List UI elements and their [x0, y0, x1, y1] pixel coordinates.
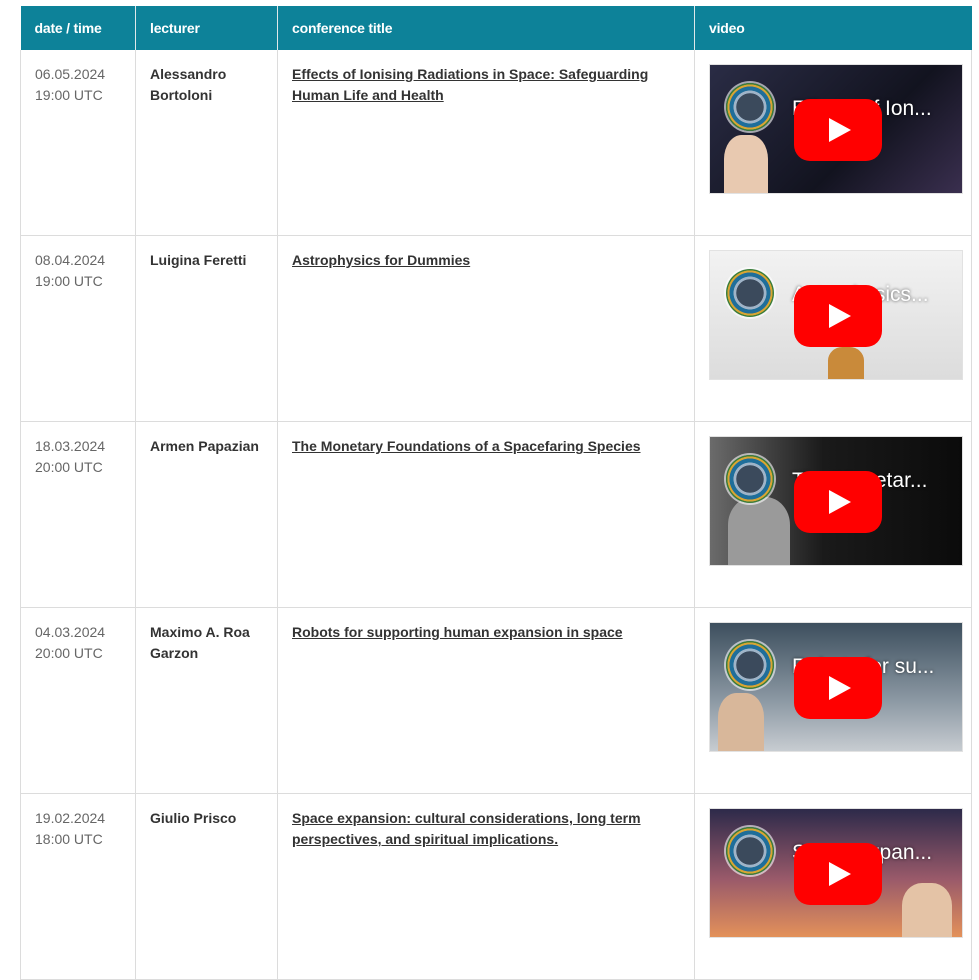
time-text: 18:00 UTC: [35, 831, 103, 847]
conference-title-link[interactable]: Robots for supporting human expansion in…: [292, 622, 694, 643]
lecturer-cell: Giulio Prisco: [135, 793, 278, 980]
lecturer-name: Alessandro Bortoloni: [150, 66, 227, 103]
video-thumbnail[interactable]: The Monetar...: [709, 436, 963, 566]
lecturer-name: Maximo A. Roa Garzon: [150, 624, 250, 661]
video-thumbnail[interactable]: Astrophysics...: [709, 250, 963, 380]
conference-title-link[interactable]: The Monetary Foundations of a Spacefarin…: [292, 436, 694, 457]
lecturer-cell: Luigina Feretti: [135, 235, 278, 422]
video-cell: Space expan...: [694, 793, 972, 980]
speaker-image: [718, 693, 764, 751]
channel-logo: [726, 827, 774, 875]
video-cell: Effects of Ion...: [694, 50, 972, 236]
table-row: 06.05.2024 19:00 UTC Alessandro Bortolon…: [20, 50, 972, 236]
play-button-icon[interactable]: [794, 657, 882, 719]
lecturer-cell: Armen Papazian: [135, 421, 278, 608]
date-text: 18.03.2024: [35, 438, 106, 454]
conference-title-link[interactable]: Astrophysics for Dummies: [292, 250, 694, 271]
title-cell: Space expansion: cultural considerations…: [277, 793, 695, 980]
play-button-icon[interactable]: [794, 471, 882, 533]
channel-logo: [726, 269, 774, 317]
video-thumbnail[interactable]: Space expan...: [709, 808, 963, 938]
channel-logo: [726, 455, 774, 503]
header-lecturer: lecturer: [135, 6, 278, 50]
time-text: 19:00 UTC: [35, 87, 103, 103]
header-date-time: date / time: [20, 6, 136, 50]
date-time-cell: 18.03.2024 20:00 UTC: [20, 421, 136, 608]
video-cell: Robots for su...: [694, 607, 972, 794]
video-thumbnail[interactable]: Robots for su...: [709, 622, 963, 752]
speaker-image: [828, 347, 864, 379]
title-cell: Effects of Ionising Radiations in Space:…: [277, 50, 695, 236]
lecturer-cell: Maximo A. Roa Garzon: [135, 607, 278, 794]
lecturer-name: Armen Papazian: [150, 438, 259, 454]
title-cell: Robots for supporting human expansion in…: [277, 607, 695, 794]
date-time-cell: 19.02.2024 18:00 UTC: [20, 793, 136, 980]
play-button-icon[interactable]: [794, 285, 882, 347]
lecturer-name: Luigina Feretti: [150, 252, 247, 268]
time-text: 19:00 UTC: [35, 273, 103, 289]
time-text: 20:00 UTC: [35, 645, 103, 661]
conference-table: date / time lecturer conference title vi…: [20, 6, 972, 980]
table-header-row: date / time lecturer conference title vi…: [20, 6, 972, 50]
video-thumbnail[interactable]: Effects of Ion...: [709, 64, 963, 194]
date-text: 06.05.2024: [35, 66, 106, 82]
channel-logo: [726, 83, 774, 131]
lecturer-cell: Alessandro Bortoloni: [135, 50, 278, 236]
lecturer-name: Giulio Prisco: [150, 810, 237, 826]
header-video: video: [694, 6, 972, 50]
conference-title-link[interactable]: Space expansion: cultural considerations…: [292, 808, 694, 850]
time-text: 20:00 UTC: [35, 459, 103, 475]
video-cell: The Monetar...: [694, 421, 972, 608]
table-row: 19.02.2024 18:00 UTC Giulio Prisco Space…: [20, 793, 972, 980]
table-row: 08.04.2024 19:00 UTC Luigina Feretti Ast…: [20, 235, 972, 422]
date-text: 04.03.2024: [35, 624, 106, 640]
channel-logo: [726, 641, 774, 689]
play-button-icon[interactable]: [794, 843, 882, 905]
table-row: 18.03.2024 20:00 UTC Armen Papazian The …: [20, 421, 972, 608]
speaker-image: [724, 135, 768, 193]
title-cell: Astrophysics for Dummies: [277, 235, 695, 422]
speaker-image: [902, 883, 952, 937]
video-cell: Astrophysics...: [694, 235, 972, 422]
table-row: 04.03.2024 20:00 UTC Maximo A. Roa Garzo…: [20, 607, 972, 794]
date-time-cell: 06.05.2024 19:00 UTC: [20, 50, 136, 236]
speaker-image: [728, 497, 790, 565]
conference-title-link[interactable]: Effects of Ionising Radiations in Space:…: [292, 64, 694, 106]
date-text: 19.02.2024: [35, 810, 106, 826]
date-text: 08.04.2024: [35, 252, 106, 268]
title-cell: The Monetary Foundations of a Spacefarin…: [277, 421, 695, 608]
header-conference-title: conference title: [277, 6, 695, 50]
date-time-cell: 04.03.2024 20:00 UTC: [20, 607, 136, 794]
date-time-cell: 08.04.2024 19:00 UTC: [20, 235, 136, 422]
play-button-icon[interactable]: [794, 99, 882, 161]
